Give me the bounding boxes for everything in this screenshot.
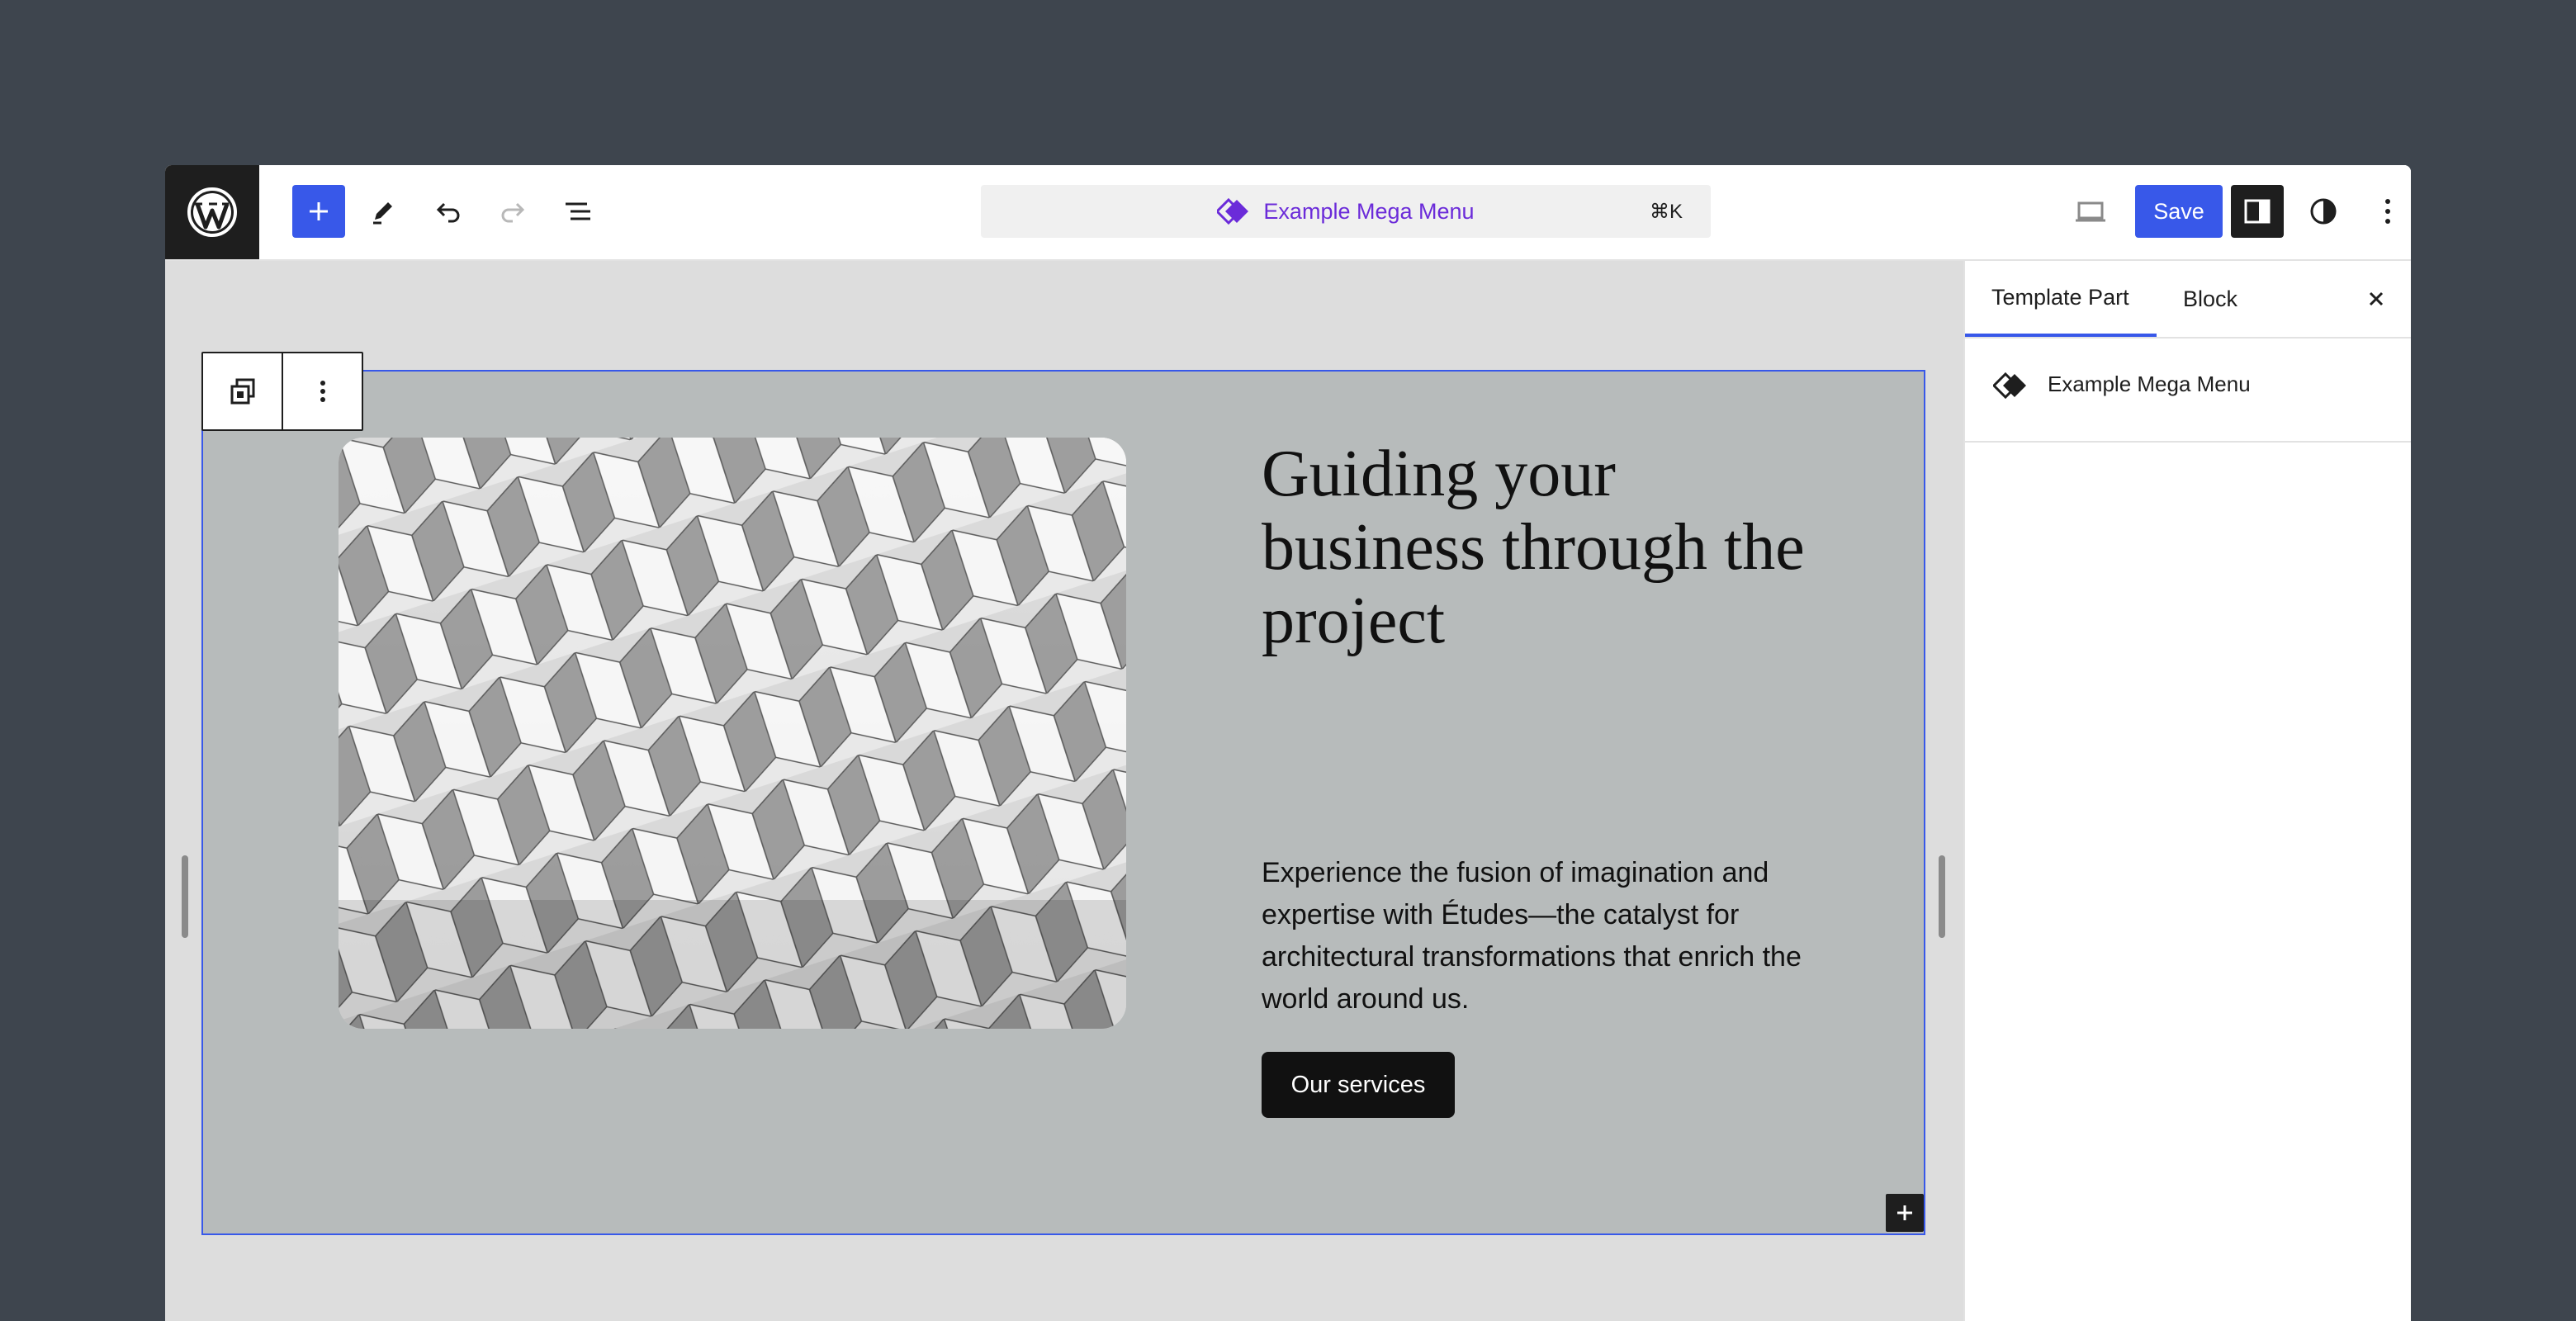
plus-icon [310,202,328,220]
styles-button[interactable] [2297,185,2350,238]
sidebar-toggle-icon [2244,199,2271,224]
template-part-icon [230,378,254,405]
settings-sidebar: Template Part Block Example Mega Menu [1963,261,2411,1321]
command-palette-bar[interactable]: Example Mega Menu ⌘K [981,185,1711,238]
tab-block[interactable]: Block [2157,261,2264,337]
redo-icon [501,202,525,223]
laptop-icon [2076,201,2105,222]
command-title-text: Example Mega Menu [1263,198,1475,224]
redo-button[interactable] [487,185,540,238]
add-block-button[interactable] [292,185,345,238]
block-switcher-button[interactable] [203,353,282,429]
block-appender-button[interactable] [1886,1194,1924,1232]
wordpress-icon [187,187,237,237]
undo-icon [436,202,460,223]
diamond-icon [1993,372,2026,400]
vertical-ellipsis-icon [2385,199,2390,224]
hero-heading[interactable]: Guiding your business through the projec… [1262,438,1840,658]
block-card: Example Mega Menu [1965,339,2411,443]
half-circle-icon [2310,198,2337,225]
close-icon [2369,291,2384,306]
sidebar-tabs: Template Part Block [1965,261,2411,339]
tab-template-part[interactable]: Template Part [1965,261,2157,337]
vertical-ellipsis-icon [320,381,325,402]
undo-button[interactable] [421,185,474,238]
list-view-icon [566,202,590,220]
editor-window: Example Mega Menu ⌘K Save Guiding your b… [165,165,2411,1321]
resize-handle-right[interactable] [1939,855,1945,938]
pencil-icon [373,202,392,225]
diamond-icon [1217,198,1249,225]
settings-button[interactable] [2231,185,2284,238]
options-button[interactable] [2361,185,2411,238]
save-button[interactable]: Save [2135,185,2223,238]
block-card-title: Example Mega Menu [2048,371,2251,396]
block-options-button[interactable] [282,353,362,429]
list-view-button[interactable] [552,185,604,238]
wordpress-logo[interactable] [165,165,259,259]
plus-icon [1897,1205,1912,1220]
tools-button[interactable] [357,185,410,238]
keyboard-shortcut: ⌘K [1649,200,1683,223]
architecture-image[interactable] [339,438,1126,1029]
editor-toolbar: Example Mega Menu ⌘K Save [165,165,2411,261]
close-sidebar-button[interactable] [2360,282,2393,315]
block-toolbar [201,352,363,431]
device-preview-button[interactable] [2064,185,2117,238]
our-services-button[interactable]: Our services [1262,1052,1455,1118]
resize-handle-left[interactable] [182,855,188,938]
hero-paragraph[interactable]: Experience the fusion of imagination and… [1262,852,1823,1020]
architecture-photo [339,438,1126,1029]
command-title: Example Mega Menu [981,185,1711,238]
